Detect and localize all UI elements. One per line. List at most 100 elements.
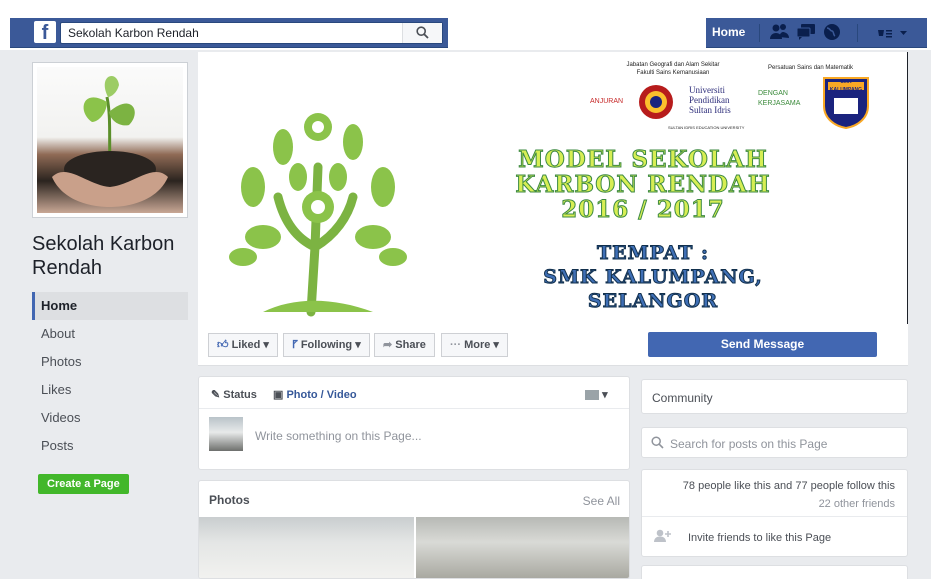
search-input[interactable] xyxy=(61,23,401,43)
notifications-globe-icon[interactable] xyxy=(822,23,842,41)
upsi-crest-icon xyxy=(639,85,673,119)
upsi-line1: Universiti xyxy=(689,85,725,95)
likes-box: 78 people like this and 77 people follow… xyxy=(641,469,908,557)
search-button[interactable] xyxy=(402,23,442,43)
cover-main-title: MODEL SEKOLAH KARBON RENDAH 2016 / 2017 xyxy=(478,146,808,223)
following-button[interactable]: ⹍ Following ▾ xyxy=(283,333,370,357)
share-button[interactable]: ➦ Share xyxy=(374,333,435,357)
nav-divider xyxy=(759,24,760,42)
org-jabatan-text: Jabatan Geografi dan Alam Sekitar Fakult… xyxy=(593,61,753,77)
school-crest-label: SMK KALUMPANG xyxy=(829,79,863,93)
send-message-button[interactable]: Send Message xyxy=(648,332,877,357)
blue-navigation-bar: f Home xyxy=(10,18,927,48)
photos-title: Photos xyxy=(209,493,250,507)
profile-photo-hands-plant xyxy=(37,67,183,213)
left-nav-item-videos[interactable]: Videos xyxy=(32,404,188,432)
cover-title-line2: KARBON RENDAH xyxy=(515,171,771,198)
following-label: Following xyxy=(300,339,353,351)
facebook-logo-icon[interactable]: f xyxy=(34,21,56,43)
left-nav-item-likes[interactable]: Likes xyxy=(32,376,188,404)
cover-venue-line1: TEMPAT : xyxy=(596,242,710,265)
page-avatar-icon xyxy=(585,390,599,401)
more-label: More xyxy=(464,339,491,351)
composer-input[interactable]: Write something on this Page... xyxy=(255,429,422,443)
rss-icon: ⹍ xyxy=(292,339,298,351)
share-arrow-icon: ➦ xyxy=(383,339,393,351)
search-icon xyxy=(651,436,664,449)
status-tab[interactable]: ✎ Status xyxy=(211,388,257,401)
photo-thumbnail[interactable] xyxy=(199,517,414,578)
cover-venue: TEMPAT : SMK KALUMPANG, SELANGOR xyxy=(488,241,818,313)
left-navigation: Home About Photos Likes Videos Posts xyxy=(32,292,188,460)
messages-icon[interactable] xyxy=(796,23,816,41)
composer-body[interactable]: Write something on this Page... xyxy=(199,409,629,469)
upsi-name: Universiti Pendidikan Sultan Idris xyxy=(689,85,749,115)
cover-title-line1: MODEL SEKOLAH xyxy=(518,146,768,173)
cover-title-line3: 2016 / 2017 xyxy=(561,196,725,223)
left-nav-item-about[interactable]: About xyxy=(32,320,188,348)
caret-down-icon: ▾ xyxy=(602,389,608,401)
photo-video-label: Photo / Video xyxy=(286,389,357,401)
likes-count-text: 78 people like this and 77 people follow… xyxy=(682,480,895,492)
left-nav-item-photos[interactable]: Photos xyxy=(32,348,188,376)
page-post-search[interactable]: Search for posts on this Page xyxy=(641,427,908,458)
composer-avatar xyxy=(209,417,243,451)
profile-picture[interactable] xyxy=(32,62,188,218)
org-persatuan-text: Persatuan Sains dan Matematik xyxy=(768,65,854,71)
page-post-search-input[interactable]: Search for posts on this Page xyxy=(670,437,827,451)
next-sidebar-box xyxy=(641,565,908,579)
post-composer: ✎ Status ▣ Photo / Video ▾ Write somethi… xyxy=(198,376,630,470)
seedling-image xyxy=(52,75,168,207)
create-page-button[interactable]: Create a Page xyxy=(38,474,129,494)
see-all-link[interactable]: See All xyxy=(583,494,620,508)
cover-venue-line3: SELANGOR xyxy=(587,290,719,313)
left-nav-item-home[interactable]: Home xyxy=(32,292,188,320)
liked-button[interactable]: 👍︎ Liked ▾ xyxy=(208,333,278,357)
search-box xyxy=(60,22,443,44)
pencil-icon: ✎ xyxy=(211,389,221,401)
upsi-line3: Sultan Idris xyxy=(689,105,731,115)
likes-summary: 78 people like this and 77 people follow… xyxy=(652,477,895,513)
dengan-kerjasama-label: DENGAN KERJASAMA xyxy=(758,89,800,109)
dengan-line: DENGAN xyxy=(758,90,788,97)
photo-video-tab[interactable]: ▣ Photo / Video xyxy=(273,388,357,401)
upsi-tagline: SULTAN IDRIS EDUCATION UNIVERSITY xyxy=(668,125,745,130)
share-label: Share xyxy=(395,339,426,351)
page-action-bar: 👍︎ Liked ▾ ⹍ Following ▾ ➦ Share ··· Mor… xyxy=(198,324,908,366)
nav-divider xyxy=(857,24,858,42)
caret-down-icon: ▾ xyxy=(263,339,269,351)
caret-down-icon: ▾ xyxy=(493,339,499,351)
org1-line1: Jabatan Geografi dan Alam Sekitar xyxy=(626,62,720,68)
cover-border-line xyxy=(907,52,908,324)
cover-photo[interactable]: Jabatan Geografi dan Alam Sekitar Fakult… xyxy=(198,52,908,324)
status-label: Status xyxy=(223,389,257,401)
kerjasama-line: KERJASAMA xyxy=(758,100,801,107)
friends-icon[interactable] xyxy=(770,23,790,41)
topbar-gap xyxy=(448,18,706,48)
invite-friends-label: Invite friends to like this Page xyxy=(688,532,832,544)
more-button[interactable]: ··· More ▾ xyxy=(441,333,508,357)
composer-tabs: ✎ Status ▣ Photo / Video ▾ xyxy=(199,377,629,409)
page-title: Sekolah Karbon Rendah xyxy=(32,233,175,279)
upsi-line2: Pendidikan xyxy=(689,95,730,105)
thumbs-up-icon: 👍︎ xyxy=(217,339,229,351)
left-nav-item-posts[interactable]: Posts xyxy=(32,432,188,460)
camera-icon: ▣ xyxy=(273,389,284,401)
account-menu-icon[interactable] xyxy=(876,27,912,39)
community-box[interactable]: Community xyxy=(641,379,908,414)
eco-tree-illustration xyxy=(229,113,407,317)
top-bar: f Home xyxy=(0,0,931,50)
org1-line2: Fakulti Sains Kemanusiaan xyxy=(636,70,710,76)
friends-like-text[interactable]: 22 other friends xyxy=(652,495,895,513)
nav-home-link[interactable]: Home xyxy=(712,25,745,39)
photos-section: Photos See All xyxy=(198,480,630,579)
anjuran-label: ANJURAN xyxy=(590,98,624,105)
search-icon xyxy=(416,26,429,39)
more-dots-icon: ··· xyxy=(450,339,461,351)
post-as-selector[interactable]: ▾ xyxy=(585,388,608,401)
liked-label: Liked xyxy=(231,339,261,351)
add-friend-icon xyxy=(654,529,671,542)
photo-thumbnail[interactable] xyxy=(416,517,629,578)
caret-down-icon: ▾ xyxy=(355,339,361,351)
invite-friends-row[interactable]: Invite friends to like this Page xyxy=(642,516,907,558)
